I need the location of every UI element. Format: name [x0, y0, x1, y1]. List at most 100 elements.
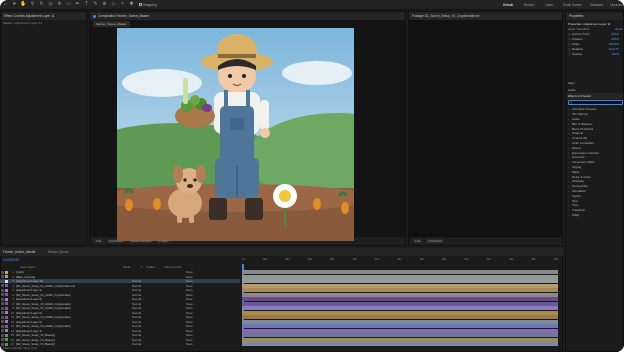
- visibility-icon[interactable]: [1, 311, 4, 315]
- category-label: Channel: [572, 131, 584, 136]
- ruler-tick: 08s: [330, 258, 335, 261]
- footage-zoom-dropdown[interactable]: Full: [413, 239, 422, 243]
- camera-tool-icon[interactable]: ◎: [47, 1, 54, 8]
- blend-mode[interactable]: Normal: [132, 342, 146, 346]
- render-queue-tab[interactable]: Render Queue: [48, 250, 69, 254]
- visibility-icon[interactable]: [1, 302, 4, 306]
- col-parent[interactable]: Parent & Link: [165, 265, 182, 269]
- property-value[interactable]: 960.0: [611, 32, 623, 36]
- col-layer-name[interactable]: Layer Name: [20, 265, 35, 269]
- col-t[interactable]: T: [140, 265, 142, 269]
- property-name: Position: [572, 37, 583, 42]
- rotate-tool-icon[interactable]: ↻: [38, 1, 45, 8]
- layer-duration-bar[interactable]: [242, 342, 558, 347]
- property-value[interactable]: 100%: [611, 52, 623, 56]
- effects-presets-tab[interactable]: Effects & Presets: [566, 93, 623, 99]
- col-trkmat[interactable]: TrkMat: [146, 265, 155, 269]
- category-label: Time: [572, 203, 579, 208]
- visibility-icon[interactable]: [1, 333, 4, 337]
- parent-dropdown[interactable]: None: [186, 342, 193, 346]
- ruler-tick: 06s: [307, 258, 312, 261]
- workspace-small-screen[interactable]: Small Screen: [563, 3, 582, 7]
- visibility-icon[interactable]: [1, 306, 4, 310]
- audio-header[interactable]: Audio: [568, 88, 576, 92]
- workspace-learn[interactable]: Learn: [545, 3, 553, 7]
- category-label: Animation Presets: [572, 107, 597, 112]
- roto-tool-icon[interactable]: ✧: [119, 1, 126, 8]
- type-tool-icon[interactable]: T: [83, 1, 90, 8]
- after-effects-window: ⌂ ➤ ✋ ⚲ ↻ ◎ ✣ ▭ ✒ T ✎ ⊕ ◇ ✧ ✱ Snapping D…: [0, 0, 624, 352]
- properties-tab[interactable]: Properties: [566, 12, 623, 20]
- composition-subtab[interactable]: Farmer_Scene_Master: [93, 21, 130, 27]
- puppet-tool-icon[interactable]: ✱: [128, 1, 135, 8]
- visibility-icon[interactable]: [1, 320, 4, 324]
- visibility-icon[interactable]: [1, 338, 4, 342]
- visibility-icon[interactable]: [1, 297, 4, 301]
- visibility-icon[interactable]: [1, 284, 4, 288]
- col-mode[interactable]: Mode: [123, 265, 130, 269]
- category-label: Audio: [572, 116, 580, 121]
- property-name: Rotation: [572, 46, 584, 51]
- section-label: Layer Transform: [568, 27, 590, 31]
- ruler-tick: 04s: [285, 258, 290, 261]
- property-value[interactable]: 0x+0.0°: [609, 47, 623, 51]
- property-row-opacity[interactable]: ◷ Opacity 100%: [568, 51, 623, 56]
- time-ruler[interactable]: 0s 02s 04s 06s 08s 10s 12s 14s 16s 18s 2…: [242, 258, 558, 264]
- footage-panel: Footage 3D_Scene_Setup_V3_Cryptomatte.ex…: [408, 11, 563, 246]
- visibility-icon[interactable]: [1, 293, 4, 297]
- category-label: Boris FX Mocha: [572, 126, 594, 131]
- footage-tab[interactable]: Footage 3D_Scene_Setup_V3_Cryptomatte.ex…: [409, 12, 562, 20]
- ruler-tick: 10s: [352, 258, 357, 261]
- effect-category[interactable]: › Utility: [568, 213, 623, 218]
- effect-controls-tab[interactable]: Effect Controls Adjustment Layer 11: [1, 12, 86, 20]
- align-header[interactable]: Align: [568, 81, 575, 85]
- eraser-tool-icon[interactable]: ◇: [110, 1, 117, 8]
- visibility-icon[interactable]: [1, 324, 4, 328]
- checkbox-icon: [139, 3, 142, 6]
- category-label: Generate: [572, 155, 585, 160]
- category-label: Matte: [572, 169, 580, 174]
- properties-title: Properties: Adjustment Layer 11: [568, 22, 611, 26]
- timeline-tab[interactable]: Farmer_Scene_Master: [3, 250, 36, 254]
- transform-list: ◷ Anchor Point 960.0 ◷ Position 960.0 ◷ Scale…: [568, 32, 623, 56]
- snapping-toggle[interactable]: Snapping: [139, 3, 156, 7]
- composition-tab[interactable]: Composition Farmer_Scene_Master: [90, 12, 405, 20]
- pan-behind-tool-icon[interactable]: ✣: [56, 1, 63, 8]
- ruler-tick: 12s: [374, 258, 379, 261]
- workspace-default[interactable]: Default: [503, 3, 513, 7]
- selection-tool-icon[interactable]: ➤: [11, 1, 18, 8]
- category-label: 3D Channel: [572, 112, 588, 117]
- shape-tool-icon[interactable]: ▭: [65, 1, 72, 8]
- property-value[interactable]: 100.0%: [609, 42, 623, 46]
- pen-tool-icon[interactable]: ✒: [74, 1, 81, 8]
- reset-button[interactable]: Reset: [615, 27, 623, 31]
- clone-tool-icon[interactable]: ⊕: [101, 1, 108, 8]
- zoom-dropdown[interactable]: Full: [94, 239, 103, 243]
- ruler-tick: 14s: [397, 258, 402, 261]
- workspace-libraries[interactable]: Libraries: [610, 3, 622, 7]
- ruler-tick: 24s: [509, 258, 514, 261]
- zoom-tool-icon[interactable]: ⚲: [29, 1, 36, 8]
- timeline-timecode[interactable]: 0;00;00;00: [3, 258, 19, 262]
- category-label: Transition: [572, 208, 586, 213]
- footage-timecode[interactable]: 0;00;00;00: [425, 239, 445, 243]
- workspace-standard[interactable]: Standard: [590, 3, 603, 7]
- visibility-icon[interactable]: [1, 270, 4, 274]
- timeline-tabbar: Farmer_Scene_Master Render Queue: [0, 248, 563, 256]
- visibility-icon[interactable]: [1, 315, 4, 319]
- category-label: Noise & Grain: [572, 174, 591, 179]
- hand-tool-icon[interactable]: ✋: [20, 1, 27, 8]
- ruler-tick: 02s: [262, 258, 268, 261]
- visibility-icon[interactable]: [1, 279, 4, 283]
- home-icon[interactable]: ⌂: [2, 1, 9, 8]
- search-icon: ⚲: [570, 100, 573, 105]
- visibility-icon[interactable]: [1, 329, 4, 333]
- property-value[interactable]: 960.0: [611, 37, 623, 41]
- effects-search-input[interactable]: ⚲: [568, 100, 623, 105]
- workspace-review[interactable]: Review: [524, 3, 534, 7]
- visibility-icon[interactable]: [1, 275, 4, 279]
- composition-viewer[interactable]: [117, 28, 354, 241]
- properties-panel: Properties Properties: Adjustment Layer …: [565, 11, 624, 352]
- visibility-icon[interactable]: [1, 288, 4, 292]
- brush-tool-icon[interactable]: ✎: [92, 1, 99, 8]
